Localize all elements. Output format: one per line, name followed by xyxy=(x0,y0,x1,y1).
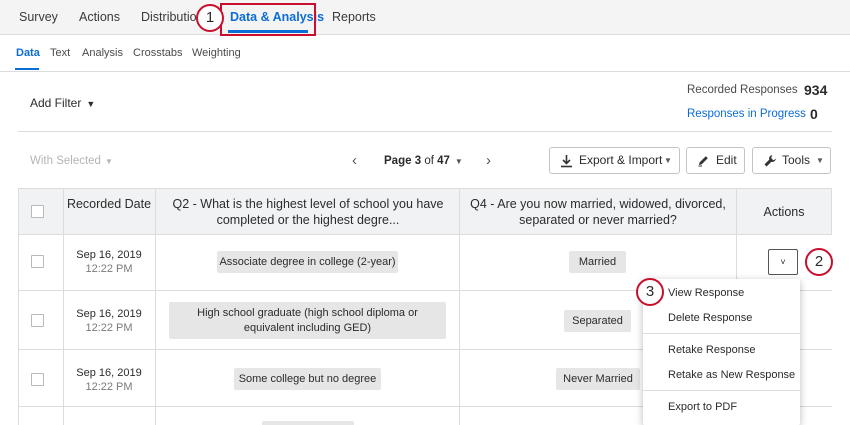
menu-item-export-pdf[interactable]: Export to PDF xyxy=(668,401,737,413)
recorded-responses-count: 934 xyxy=(804,82,828,98)
add-filter-label: Add Filter xyxy=(30,96,82,110)
tab-reports[interactable]: Reports xyxy=(332,0,376,35)
row-checkbox[interactable] xyxy=(31,255,44,268)
chevron-down-icon: ▼ xyxy=(816,156,824,165)
page-current: 3 xyxy=(414,155,422,167)
q2-answer-chip-partial xyxy=(262,421,354,425)
tools-button[interactable]: Tools ▼ xyxy=(752,147,831,174)
edit-button[interactable]: Edit xyxy=(686,147,745,174)
select-all-checkbox[interactable] xyxy=(31,205,44,218)
export-import-label: Export & Import xyxy=(579,153,663,167)
tab-survey[interactable]: Survey xyxy=(19,0,58,35)
sub-navigation: Data Text Analysis Crosstabs Weighting xyxy=(0,36,850,72)
header-recorded-date[interactable]: Recorded Date xyxy=(64,196,154,212)
menu-divider xyxy=(643,390,800,391)
responses-in-progress-link[interactable]: Responses in Progress xyxy=(687,108,806,120)
row-date: Sep 16, 2019 xyxy=(76,308,142,320)
with-selected-label: With Selected xyxy=(30,155,101,167)
tools-label: Tools xyxy=(782,153,811,167)
menu-item-retake-response[interactable]: Retake Response xyxy=(668,344,755,356)
column-divider xyxy=(63,188,64,425)
column-divider xyxy=(459,188,460,425)
step-marker-2: 2 xyxy=(805,248,833,276)
subtab-analysis[interactable]: Analysis xyxy=(82,47,123,59)
prev-page-button[interactable]: ‹ xyxy=(352,152,357,169)
recorded-responses-label: Recorded Responses xyxy=(687,84,798,96)
tab-actions[interactable]: Actions xyxy=(79,0,120,35)
header-q4[interactable]: Q4 - Are you now married, widowed, divor… xyxy=(463,196,733,228)
page-of: of xyxy=(424,155,434,167)
page-prefix: Page xyxy=(384,155,412,167)
subtab-data[interactable]: Data xyxy=(16,47,40,59)
chevron-down-icon: ▼ xyxy=(664,156,672,165)
subtab-crosstabs[interactable]: Crosstabs xyxy=(133,47,183,59)
page-total: 47 xyxy=(437,155,450,167)
row-date: Sep 16, 2019 xyxy=(76,367,142,379)
tab-distributions[interactable]: Distribution xyxy=(141,0,201,35)
menu-divider xyxy=(643,333,800,334)
download-icon xyxy=(561,155,572,168)
subtab-weighting[interactable]: Weighting xyxy=(192,47,241,59)
header-q2[interactable]: Q2 - What is the highest level of school… xyxy=(160,196,456,228)
row-time: 12:22 PM xyxy=(85,322,133,334)
row-actions-button[interactable]: ˅ xyxy=(768,249,798,275)
menu-item-retake-as-new[interactable]: Retake as New Response xyxy=(668,369,795,381)
q2-answer-chip: Associate degree in college (2-year) xyxy=(217,251,398,273)
chevron-down-icon: ▼ xyxy=(454,157,463,166)
menu-item-view-response[interactable]: View Response xyxy=(668,287,744,299)
with-selected-dropdown[interactable]: With Selected ▼ xyxy=(30,155,113,167)
wrench-icon xyxy=(764,155,776,167)
header-actions: Actions xyxy=(763,205,805,219)
table-border-right xyxy=(831,188,832,235)
q4-answer-chip: Never Married xyxy=(556,368,640,390)
row-time: 12:22 PM xyxy=(85,263,133,275)
active-subtab-underline xyxy=(15,68,39,70)
next-page-button[interactable]: › xyxy=(486,152,491,169)
export-import-button[interactable]: Export & Import ▼ xyxy=(549,147,680,174)
subtab-text[interactable]: Text xyxy=(50,47,70,59)
top-navigation: Survey Actions Distribution Data & Analy… xyxy=(0,0,850,35)
row-time: 12:22 PM xyxy=(85,381,133,393)
chevron-down-icon: ▼ xyxy=(104,157,113,166)
edit-label: Edit xyxy=(716,153,737,167)
menu-item-delete-response[interactable]: Delete Response xyxy=(668,312,752,324)
column-divider xyxy=(155,188,156,425)
chevron-down-icon: ˅ xyxy=(780,257,786,267)
add-filter-button[interactable]: Add Filter ▼ xyxy=(30,96,95,110)
chevron-down-icon: ▼ xyxy=(86,99,96,109)
step-marker-1: 1 xyxy=(196,4,224,32)
row-checkbox[interactable] xyxy=(31,373,44,386)
highlight-box-data-analysis xyxy=(220,3,316,36)
table-border-left xyxy=(18,188,19,425)
q4-answer-chip: Separated xyxy=(564,310,631,332)
q2-answer-chip: Some college but no degree xyxy=(234,368,381,390)
q2-answer-chip: High school graduate (high school diplom… xyxy=(169,302,446,339)
responses-in-progress-count: 0 xyxy=(810,106,818,122)
row-actions-menu: View Response Delete Response Retake Res… xyxy=(643,279,800,425)
row-date: Sep 16, 2019 xyxy=(76,249,142,261)
divider xyxy=(18,131,832,132)
pencil-icon xyxy=(698,156,708,167)
step-marker-3: 3 xyxy=(636,278,664,306)
q4-answer-chip: Married xyxy=(569,251,626,273)
row-checkbox[interactable] xyxy=(31,314,44,327)
page-selector[interactable]: Page 3 of 47 ▼ xyxy=(384,155,463,167)
